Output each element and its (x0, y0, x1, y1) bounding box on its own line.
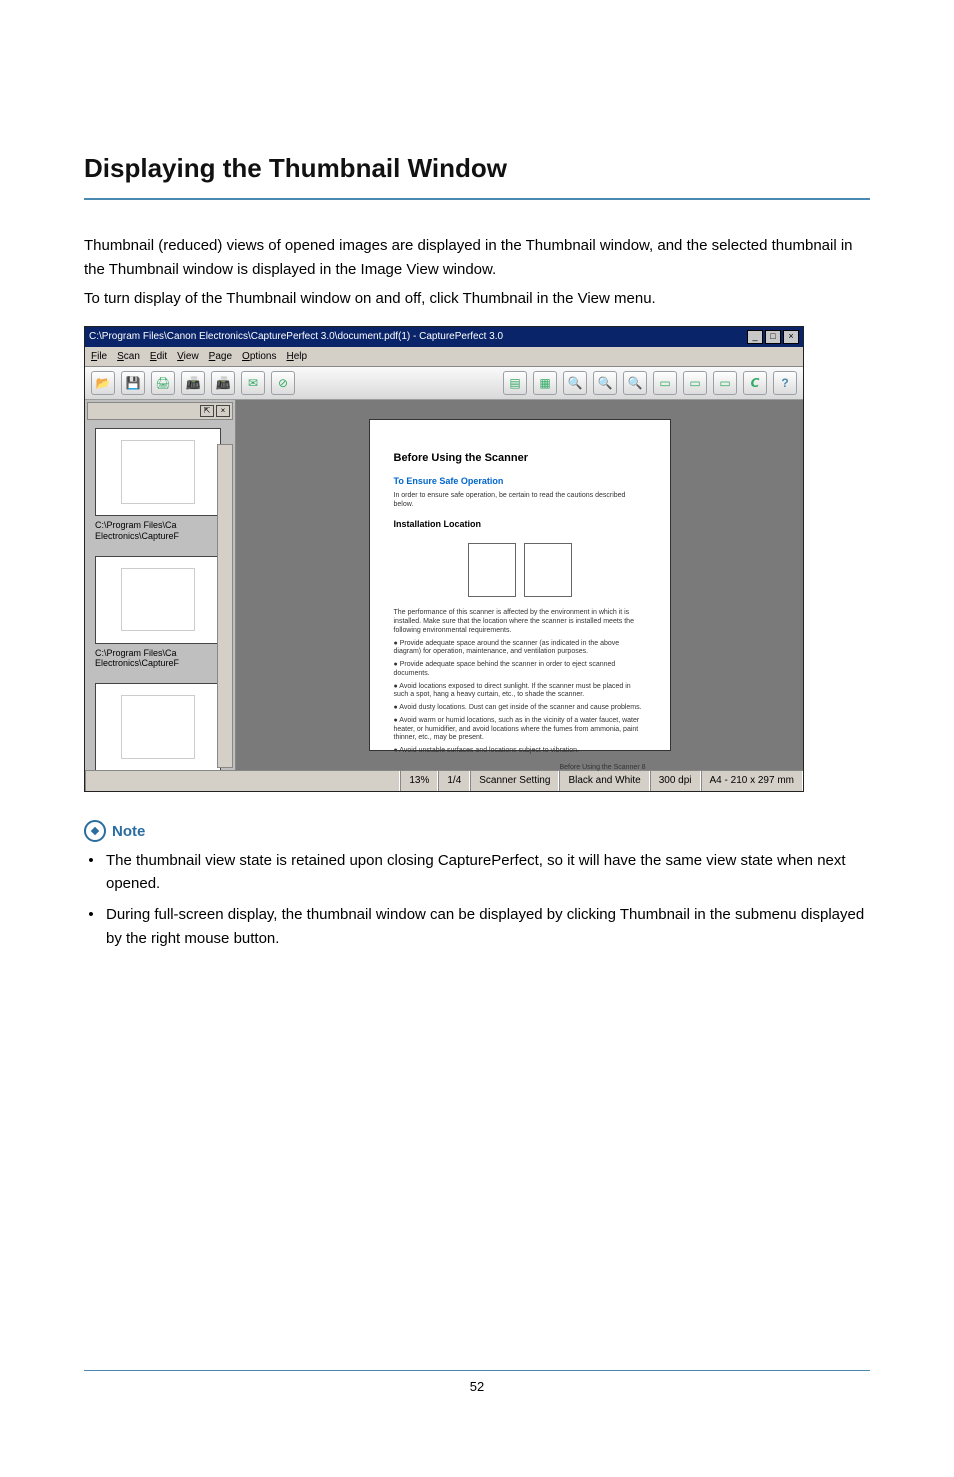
toolbar-save-icon[interactable]: 💾 (121, 371, 145, 395)
status-size: A4 - 210 x 297 mm (701, 771, 803, 791)
window-titlebar: C:\Program Files\Canon Electronics\Captu… (85, 327, 803, 347)
status-dpi: 300 dpi (650, 771, 701, 791)
toolbar-page1-icon[interactable]: ▭ (653, 371, 677, 395)
toolbar-page2-icon[interactable]: ▭ (683, 371, 707, 395)
thumbnail-panel-header: ⇱ × (87, 402, 233, 420)
thumbnail-1[interactable] (95, 428, 221, 516)
menu-scan[interactable]: Scan (117, 349, 140, 365)
menu-options[interactable]: Options (242, 349, 276, 365)
thumbnail-panel: ⇱ × C:\Program Files\Ca Electronics\Capt… (85, 400, 236, 770)
note-icon (84, 820, 106, 842)
toolbar: 📂 💾 🖨 📠 📠 ✉ ⊘ ▤ ▦ 🔍 🔍 🔍 ▭ ▭ ▭ 𝘾 ? (85, 367, 803, 400)
title-rule (84, 198, 870, 200)
panel-close-icon[interactable]: × (216, 405, 230, 417)
doc-text-1: In order to ensure safe operation, be ce… (394, 492, 646, 510)
menu-view[interactable]: View (177, 349, 199, 365)
doc-text-2: The performance of this scanner is affec… (394, 609, 646, 635)
note-item-1: The thumbnail view state is retained upo… (102, 849, 870, 896)
zoom-fit-icon[interactable]: 🔍 (623, 371, 647, 395)
doc-bullet-5: ● Avoid warm or humid locations, such as… (394, 717, 646, 743)
app-screenshot: C:\Program Files\Canon Electronics\Captu… (84, 326, 804, 792)
page-title: Displaying the Thumbnail Window (84, 148, 870, 188)
menu-edit[interactable]: Edit (150, 349, 167, 365)
intro-paragraph-1: Thumbnail (reduced) views of opened imag… (84, 234, 870, 281)
toolbar-open-icon[interactable]: 📂 (91, 371, 115, 395)
status-page: 1/4 (438, 771, 470, 791)
toolbar-mail-icon[interactable]: ✉ (241, 371, 265, 395)
menu-file[interactable]: File (91, 349, 107, 365)
zoom-in-icon[interactable]: 🔍 (563, 371, 587, 395)
toolbar-view1-icon[interactable]: ▤ (503, 371, 527, 395)
thumbnail-2[interactable] (95, 556, 221, 644)
note-label: Note (112, 820, 145, 843)
doc-subheading-2: Installation Location (394, 518, 646, 532)
toolbar-scan2-icon[interactable]: 📠 (211, 371, 235, 395)
thumbnail-2-caption: C:\Program Files\Ca Electronics\CaptureF (85, 646, 235, 678)
page-footer: 52 (84, 1370, 870, 1397)
doc-diagram (394, 535, 646, 605)
menu-bar: File Scan Edit View Page Options Help (85, 347, 803, 368)
doc-bullet-4: ● Avoid dusty locations. Dust can get in… (394, 704, 646, 713)
status-mode: Black and White (559, 771, 649, 791)
intro-paragraph-2: To turn display of the Thumbnail window … (84, 287, 870, 310)
status-bar: 13% 1/4 Scanner Setting Black and White … (85, 770, 803, 791)
status-zoom: 13% (400, 771, 438, 791)
toolbar-logo-icon[interactable]: 𝘾 (743, 371, 767, 395)
panel-undock-icon[interactable]: ⇱ (200, 405, 214, 417)
close-button[interactable]: × (783, 330, 799, 344)
minimize-button[interactable]: _ (747, 330, 763, 344)
doc-subheading-1: To Ensure Safe Operation (394, 475, 646, 489)
document-page: Before Using the Scanner To Ensure Safe … (370, 420, 670, 750)
zoom-out-icon[interactable]: 🔍 (593, 371, 617, 395)
thumbnail-3[interactable] (95, 683, 221, 770)
doc-bullet-2: ● Provide adequate space behind the scan… (394, 661, 646, 679)
status-setting: Scanner Setting (470, 771, 559, 791)
doc-heading: Before Using the Scanner (394, 450, 646, 467)
menu-page[interactable]: Page (209, 349, 232, 365)
doc-bullet-1: ● Provide adequate space around the scan… (394, 640, 646, 658)
note-heading: Note (84, 820, 870, 843)
help-icon[interactable]: ? (773, 371, 797, 395)
page-number: 52 (84, 1377, 870, 1397)
toolbar-scan-icon[interactable]: 📠 (181, 371, 205, 395)
toolbar-view2-icon[interactable]: ▦ (533, 371, 557, 395)
doc-bullet-3: ● Avoid locations exposed to direct sunl… (394, 683, 646, 701)
window-title: C:\Program Files\Canon Electronics\Captu… (89, 329, 503, 345)
note-item-2: During full-screen display, the thumbnai… (102, 903, 870, 950)
maximize-button[interactable]: □ (765, 330, 781, 344)
toolbar-cancel-icon[interactable]: ⊘ (271, 371, 295, 395)
thumbnail-1-caption: C:\Program Files\Ca Electronics\CaptureF (85, 518, 235, 550)
thumbnail-scrollbar[interactable] (217, 444, 233, 768)
toolbar-page3-icon[interactable]: ▭ (713, 371, 737, 395)
menu-help[interactable]: Help (287, 349, 308, 365)
image-view-area: Before Using the Scanner To Ensure Safe … (236, 400, 803, 770)
toolbar-print-icon[interactable]: 🖨 (151, 371, 175, 395)
note-list: The thumbnail view state is retained upo… (88, 849, 870, 950)
doc-bullet-6: ● Avoid unstable surfaces and locations … (394, 747, 646, 756)
